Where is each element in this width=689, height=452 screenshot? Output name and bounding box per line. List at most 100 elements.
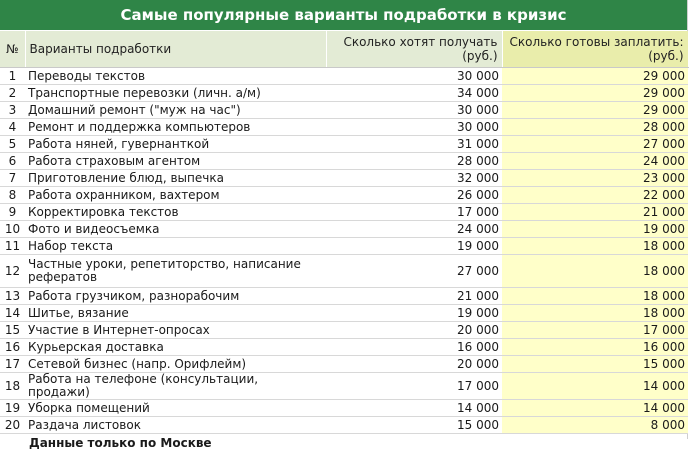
table-row: 20 Раздача листовок 15 000 8 000 — [0, 416, 688, 434]
table-row: 18 Работа на телефоне (консультации, прод… — [0, 372, 688, 400]
row-pay-amount: 21 000 — [502, 203, 688, 221]
row-want-amount: 32 000 — [326, 169, 502, 187]
table-header-row: № Варианты подработки Сколько хотят полу… — [0, 31, 689, 68]
row-pay-amount: 23 000 — [502, 169, 688, 187]
row-pay-amount: 19 000 — [502, 220, 688, 238]
header-want-line2: (руб.) — [462, 49, 498, 63]
row-job-name: Корректировка текстов — [25, 203, 326, 221]
row-job-name: Шитье, вязание — [25, 304, 326, 322]
row-job-name: Транспортные перевозки (личн. а/м) — [25, 84, 326, 102]
row-number: 7 — [0, 169, 25, 187]
row-job-name: Работа охранником, вахтером — [25, 186, 326, 204]
side-jobs-table: № Варианты подработки Сколько хотят полу… — [0, 31, 689, 434]
row-want-amount: 21 000 — [326, 287, 502, 305]
table-row: 5 Работа няней, гувернанткой 31 000 27 000 — [0, 135, 688, 153]
row-want-amount: 34 000 — [326, 84, 502, 102]
row-pay-amount: 29 000 — [502, 67, 688, 85]
header-job-variant: Варианты подработки — [25, 31, 327, 68]
table-row: 13 Работа грузчиком, разнорабочим 21 000 18… — [0, 287, 688, 305]
table-row: 9 Корректировка текстов 17 000 21 000 — [0, 203, 688, 221]
table-row: 11 Набор текста 19 000 18 000 — [0, 237, 688, 255]
row-job-name: Сетевой бизнес (напр. Орифлейм) — [25, 355, 326, 373]
row-pay-amount: 16 000 — [502, 338, 688, 356]
header-pay-line2: (руб.) — [648, 49, 684, 63]
row-job-name: Работа грузчиком, разнорабочим — [25, 287, 326, 305]
row-number: 11 — [0, 237, 25, 255]
row-job-name: Частные уроки, репетиторство, написание … — [25, 254, 326, 288]
header-pay-line1: Сколько готовы заплатить: — [509, 35, 684, 49]
row-number: 15 — [0, 321, 25, 339]
row-number: 18 — [0, 372, 25, 400]
row-want-amount: 17 000 — [326, 372, 502, 400]
row-job-name: Фото и видеосъемка — [25, 220, 326, 238]
table-row: 8 Работа охранником, вахтером 26 000 22 000 — [0, 186, 688, 204]
row-want-amount: 19 000 — [326, 304, 502, 322]
table-row: 2 Транспортные перевозки (личн. а/м) 34 00… — [0, 84, 688, 102]
row-pay-amount: 28 000 — [502, 118, 688, 136]
row-pay-amount: 17 000 — [502, 321, 688, 339]
row-job-name: Приготовление блюд, выпечка — [25, 169, 326, 187]
table-row: 3 Домашний ремонт ("муж на час") 30 000 29 … — [0, 101, 688, 119]
row-pay-amount: 18 000 — [502, 287, 688, 305]
row-job-name: Работа страховым агентом — [25, 152, 326, 170]
row-number: 13 — [0, 287, 25, 305]
row-number: 4 — [0, 118, 25, 136]
table-row: 16 Курьерская доставка 16 000 16 000 — [0, 338, 688, 356]
header-number: № — [0, 31, 26, 68]
row-want-amount: 17 000 — [326, 203, 502, 221]
row-want-amount: 15 000 — [326, 416, 502, 434]
row-pay-amount: 8 000 — [502, 416, 688, 434]
table-row: 6 Работа страховым агентом 28 000 24 000 — [0, 152, 688, 170]
table-row: 12 Частные уроки, репетиторство, написани… — [0, 254, 688, 288]
row-job-name: Уборка помещений — [25, 399, 326, 417]
header-want-line1: Сколько хотят получать — [343, 35, 498, 49]
row-want-amount: 20 000 — [326, 321, 502, 339]
row-pay-amount: 18 000 — [502, 304, 688, 322]
row-number: 14 — [0, 304, 25, 322]
row-want-amount: 26 000 — [326, 186, 502, 204]
table-row: 10 Фото и видеосъемка 24 000 19 000 — [0, 220, 688, 238]
row-want-amount: 28 000 — [326, 152, 502, 170]
row-pay-amount: 24 000 — [502, 152, 688, 170]
table-title: Самые популярные варианты подработки в к… — [0, 0, 687, 31]
row-pay-amount: 14 000 — [502, 399, 688, 417]
table-row: 4 Ремонт и поддержка компьютеров 30 000 28 … — [0, 118, 688, 136]
row-want-amount: 30 000 — [326, 67, 502, 85]
row-number: 17 — [0, 355, 25, 373]
row-pay-amount: 27 000 — [502, 135, 688, 153]
row-want-amount: 30 000 — [326, 101, 502, 119]
row-job-name: Раздача листовок — [25, 416, 326, 434]
row-pay-amount: 29 000 — [502, 101, 688, 119]
row-want-amount: 14 000 — [326, 399, 502, 417]
row-want-amount: 20 000 — [326, 355, 502, 373]
table-row: 7 Приготовление блюд, выпечка 32 000 23 000 — [0, 169, 688, 187]
row-number: 5 — [0, 135, 25, 153]
row-number: 19 — [0, 399, 25, 417]
row-job-name: Курьерская доставка — [25, 338, 326, 356]
row-want-amount: 30 000 — [326, 118, 502, 136]
row-job-name: Работа на телефоне (консультации, продаж… — [25, 372, 326, 400]
row-want-amount: 31 000 — [326, 135, 502, 153]
row-job-name: Переводы текстов — [25, 67, 326, 85]
row-number: 1 — [0, 67, 25, 85]
table-row: 14 Шитье, вязание 19 000 18 000 — [0, 304, 688, 322]
row-pay-amount: 18 000 — [502, 237, 688, 255]
row-number: 2 — [0, 84, 25, 102]
row-pay-amount: 18 000 — [502, 254, 688, 288]
table-row: 15 Участие в Интернет-опросах 20 000 17 000 — [0, 321, 688, 339]
row-want-amount: 16 000 — [326, 338, 502, 356]
row-want-amount: 27 000 — [326, 254, 502, 288]
row-job-name: Ремонт и поддержка компьютеров — [25, 118, 326, 136]
header-want-salary: Сколько хотят получать (руб.) — [326, 31, 503, 68]
header-ready-to-pay: Сколько готовы заплатить: (руб.) — [502, 31, 689, 68]
table-row: 19 Уборка помещений 14 000 14 000 — [0, 399, 688, 417]
row-job-name: Домашний ремонт ("муж на час") — [25, 101, 326, 119]
table-row: 17 Сетевой бизнес (напр. Орифлейм) 20 000 1… — [0, 355, 688, 373]
row-pay-amount: 15 000 — [502, 355, 688, 373]
row-number: 3 — [0, 101, 25, 119]
row-number: 16 — [0, 338, 25, 356]
popular-side-jobs-table-block: Самые популярные варианты подработки в к… — [0, 0, 689, 450]
row-number: 8 — [0, 186, 25, 204]
row-number: 12 — [0, 254, 25, 288]
row-job-name: Работа няней, гувернанткой — [25, 135, 326, 153]
